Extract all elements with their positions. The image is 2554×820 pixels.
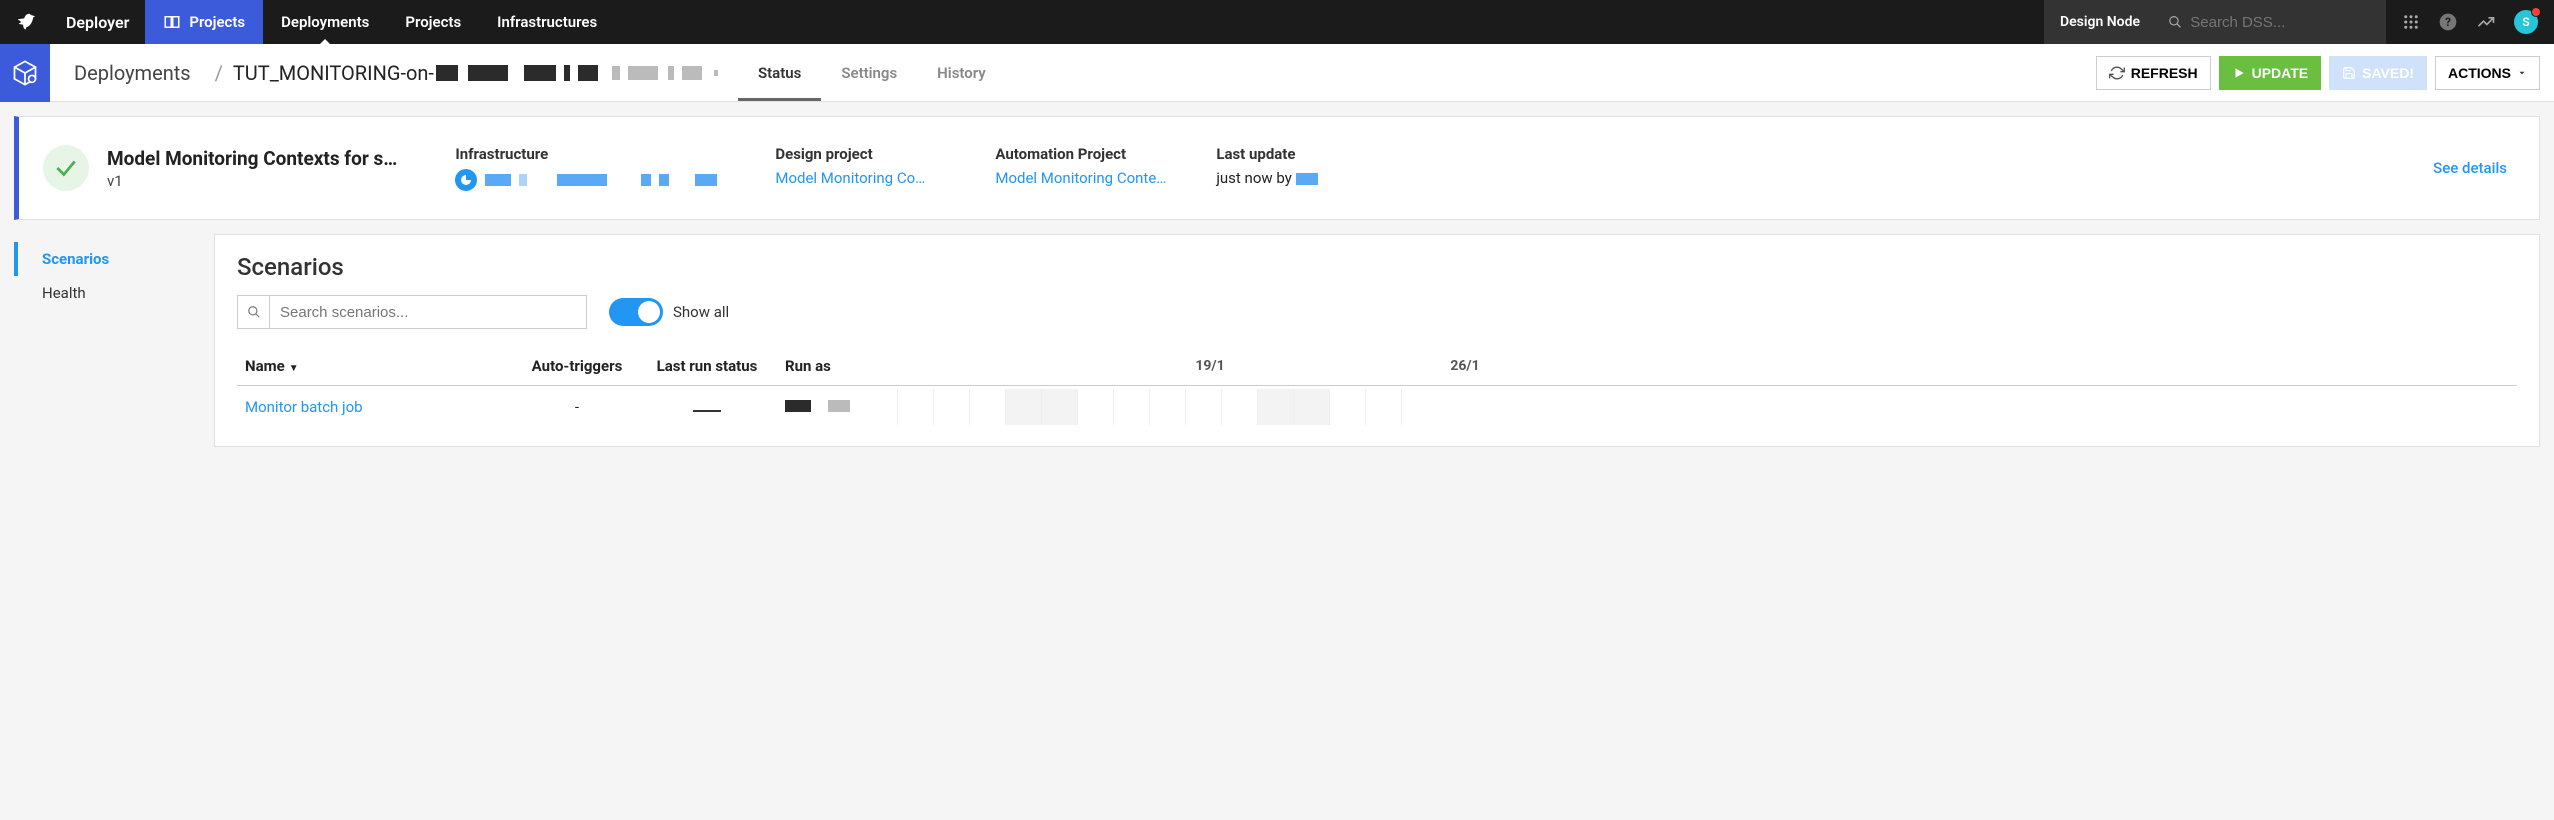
sidenav-health[interactable]: Health (14, 276, 214, 310)
scenario-calendar (897, 386, 2517, 429)
nav-projects[interactable]: Projects (387, 0, 479, 44)
design-node-button[interactable]: Design Node (2044, 0, 2156, 44)
panel-title: Scenarios (237, 253, 2517, 281)
svg-text:?: ? (2445, 15, 2451, 29)
design-project-link[interactable]: Model Monitoring Co… (775, 169, 945, 187)
scenarios-table: Name▼ Auto-triggers Last run status Run … (237, 347, 2517, 428)
search-icon (238, 296, 270, 328)
tab-settings[interactable]: Settings (821, 44, 917, 101)
top-navbar: Deployer Projects Deployments Projects I… (0, 0, 2554, 44)
automation-project-link[interactable]: Model Monitoring Conte… (995, 169, 1166, 187)
col-lastrun[interactable]: Last run status (637, 347, 777, 386)
projects-icon (163, 13, 181, 31)
nav-infrastructures[interactable]: Infrastructures (479, 0, 615, 44)
cal-date-2: 26/1 (1375, 358, 1555, 374)
user-avatar[interactable]: S (2514, 10, 2538, 34)
breadcrumb-deployments[interactable]: Deployments (50, 61, 205, 85)
showall-label: Show all (673, 303, 729, 321)
infrastructure-value[interactable] (455, 169, 725, 191)
caret-down-icon (2517, 68, 2527, 78)
last-update-label: Last update (1216, 145, 1346, 163)
deployment-icon[interactable] (0, 44, 50, 102)
summary-title: Model Monitoring Contexts for s… (107, 147, 397, 170)
tab-status[interactable]: Status (738, 44, 821, 101)
scenario-searchbox[interactable] (237, 295, 587, 329)
sidenav-scenarios[interactable]: Scenarios (14, 242, 214, 276)
subheader-tabs: Status Settings History (738, 44, 1006, 101)
sort-caret-icon: ▼ (289, 363, 299, 374)
col-calendar: 19/1 26/1 (897, 347, 2517, 386)
scenarios-panel: Scenarios Show all Name▼ Auto-triggers (214, 234, 2540, 447)
breadcrumb-separator: / (215, 61, 223, 85)
cube-icon (11, 59, 39, 87)
col-name[interactable]: Name▼ (237, 347, 517, 386)
activity-icon[interactable] (2476, 12, 2496, 32)
status-badge (43, 145, 89, 191)
summary-version: v1 (107, 172, 397, 190)
nav-projects-main[interactable]: Projects (145, 0, 263, 44)
cal-date-1: 19/1 (1120, 358, 1300, 374)
scenario-lastrun (637, 386, 777, 429)
content-area: Scenarios Health Scenarios Show all Name… (14, 234, 2540, 447)
global-search-input[interactable] (2190, 14, 2374, 31)
showall-toggle[interactable]: Show all (609, 298, 729, 326)
avatar-initial: S (2522, 15, 2529, 29)
summary-heading: Model Monitoring Contexts for s… v1 (107, 147, 397, 190)
update-button[interactable]: UPDATE (2219, 56, 2322, 90)
subheader: Deployments / TUT_MONITORING-on- Status … (0, 44, 2554, 102)
scenario-name-link[interactable]: Monitor batch job (245, 398, 363, 416)
design-project-label: Design project (775, 145, 945, 163)
apps-icon[interactable] (2402, 13, 2420, 31)
automation-project-label: Automation Project (995, 145, 1166, 163)
save-icon (2342, 66, 2356, 80)
bird-icon (14, 11, 36, 33)
col-runas[interactable]: Run as (777, 347, 897, 386)
actions-dropdown[interactable]: ACTIONS (2435, 56, 2540, 90)
see-details-link[interactable]: See details (2433, 159, 2507, 177)
summary-card: Model Monitoring Contexts for s… v1 Infr… (14, 116, 2540, 220)
app-logo[interactable] (0, 0, 50, 44)
checkmark-icon (53, 155, 79, 181)
nav-deployments[interactable]: Deployments (263, 0, 387, 44)
infrastructure-label: Infrastructure (455, 145, 725, 163)
deployment-id: TUT_MONITORING-on- (233, 61, 718, 85)
tab-history[interactable]: History (917, 44, 1006, 101)
scenario-search-input[interactable] (270, 304, 586, 321)
col-auto[interactable]: Auto-triggers (517, 347, 637, 386)
play-icon (2232, 66, 2246, 80)
saved-button: SAVED! (2329, 56, 2427, 90)
notification-dot (2531, 7, 2541, 17)
refresh-button[interactable]: REFRESH (2096, 56, 2211, 90)
refresh-icon (2109, 65, 2125, 81)
table-row[interactable]: Monitor batch job - (237, 386, 2517, 429)
scenario-runas (777, 386, 897, 429)
nav-projects-label: Projects (189, 13, 245, 31)
toggle-switch[interactable] (609, 298, 663, 326)
deployer-label: Deployer (50, 0, 145, 44)
global-search[interactable] (2156, 0, 2386, 44)
search-icon (2168, 14, 2182, 30)
last-update-value: just now by (1216, 169, 1346, 187)
scenario-auto: - (517, 386, 637, 429)
side-nav: Scenarios Health (14, 234, 214, 447)
infrastructure-icon (455, 169, 477, 191)
help-icon[interactable]: ? (2438, 12, 2458, 32)
